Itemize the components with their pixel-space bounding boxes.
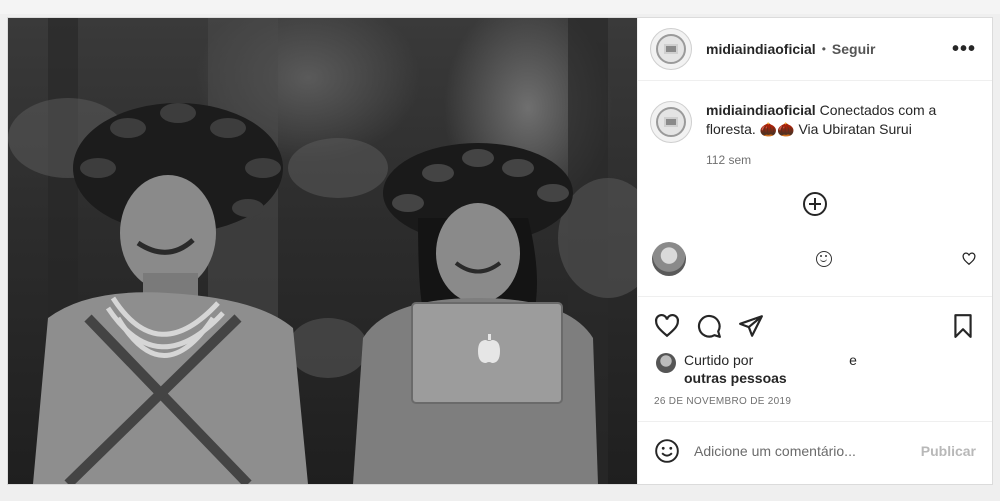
liked-by-and: e	[849, 352, 857, 368]
post-card: midiaindiaoficial • Seguir ••• midiaindi…	[7, 17, 993, 485]
caption-body: midiaindiaoficial Conectados com a flore…	[706, 101, 976, 170]
photo-illustration	[8, 18, 637, 484]
emoji-icon	[816, 251, 832, 267]
liked-by: Curtido por e outras pessoas	[638, 341, 992, 387]
post-header: midiaindiaoficial • Seguir •••	[638, 18, 992, 81]
more-options-icon[interactable]: •••	[952, 39, 976, 59]
comment-input[interactable]: Adicione um comentário...	[694, 443, 921, 459]
post-date[interactable]: 26 DE NOVEMBRO DE 2019	[638, 387, 992, 407]
liked-by-prefix: Curtido por	[684, 352, 754, 368]
action-bar	[638, 297, 992, 341]
comment-row	[638, 240, 992, 278]
add-comment-bar: Adicione um comentário... Publicar	[638, 421, 992, 479]
separator-dot: •	[821, 42, 826, 56]
commenter-avatar[interactable]	[652, 242, 686, 276]
top-strip	[0, 0, 1000, 14]
post-sidebar: midiaindiaoficial • Seguir ••• midiaindi…	[637, 18, 992, 484]
liker-avatar[interactable]	[656, 353, 676, 373]
load-more-comments	[638, 192, 992, 216]
publish-button[interactable]: Publicar	[921, 443, 976, 459]
username-link[interactable]: midiaindiaoficial	[706, 41, 816, 57]
caption-username[interactable]: midiaindiaoficial	[706, 102, 816, 118]
comment-like-heart-icon[interactable]	[962, 252, 976, 266]
paper-plane-icon[interactable]	[738, 313, 764, 339]
liked-by-text: Curtido por e outras pessoas	[684, 351, 857, 387]
follow-button[interactable]: Seguir	[832, 41, 876, 57]
heart-icon[interactable]	[654, 313, 680, 339]
bookmark-icon[interactable]	[950, 313, 976, 339]
caption: midiaindiaoficial Conectados com a flore…	[638, 81, 992, 170]
smile-icon[interactable]	[654, 438, 680, 464]
caption-avatar[interactable]	[650, 101, 692, 143]
profile-avatar[interactable]	[650, 28, 692, 70]
liked-by-others-link[interactable]: outras pessoas	[684, 369, 857, 387]
comment-icon[interactable]	[696, 313, 722, 339]
post-photo[interactable]	[8, 18, 637, 484]
plus-circle-icon[interactable]	[803, 192, 827, 216]
caption-timestamp[interactable]: 112 sem	[706, 151, 976, 170]
